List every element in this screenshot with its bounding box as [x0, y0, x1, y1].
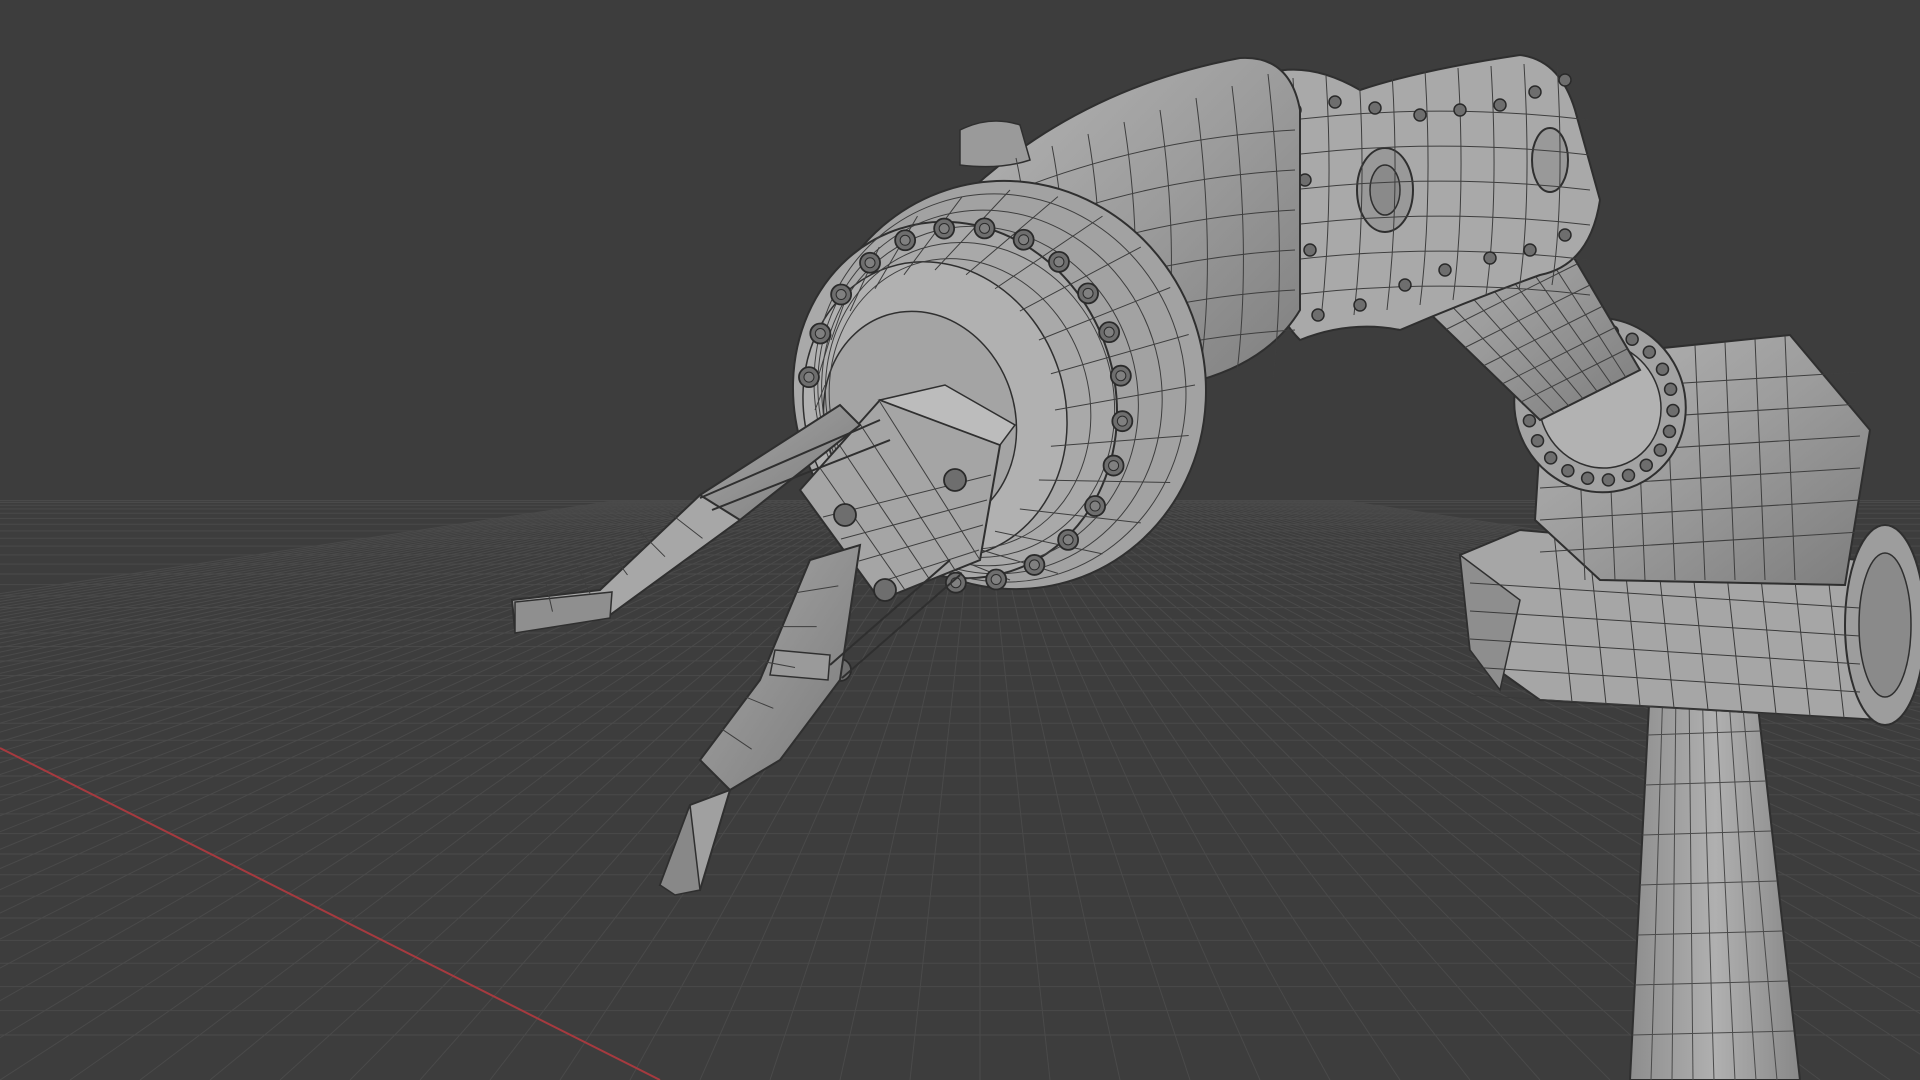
- robot-base-column[interactable]: [1628, 675, 1802, 1080]
- 3d-viewport[interactable]: [0, 0, 1920, 1080]
- gripper-finger-lower[interactable]: [658, 543, 961, 896]
- x-axis-line: [0, 747, 661, 1080]
- viewport-canvas[interactable]: [0, 0, 1920, 1080]
